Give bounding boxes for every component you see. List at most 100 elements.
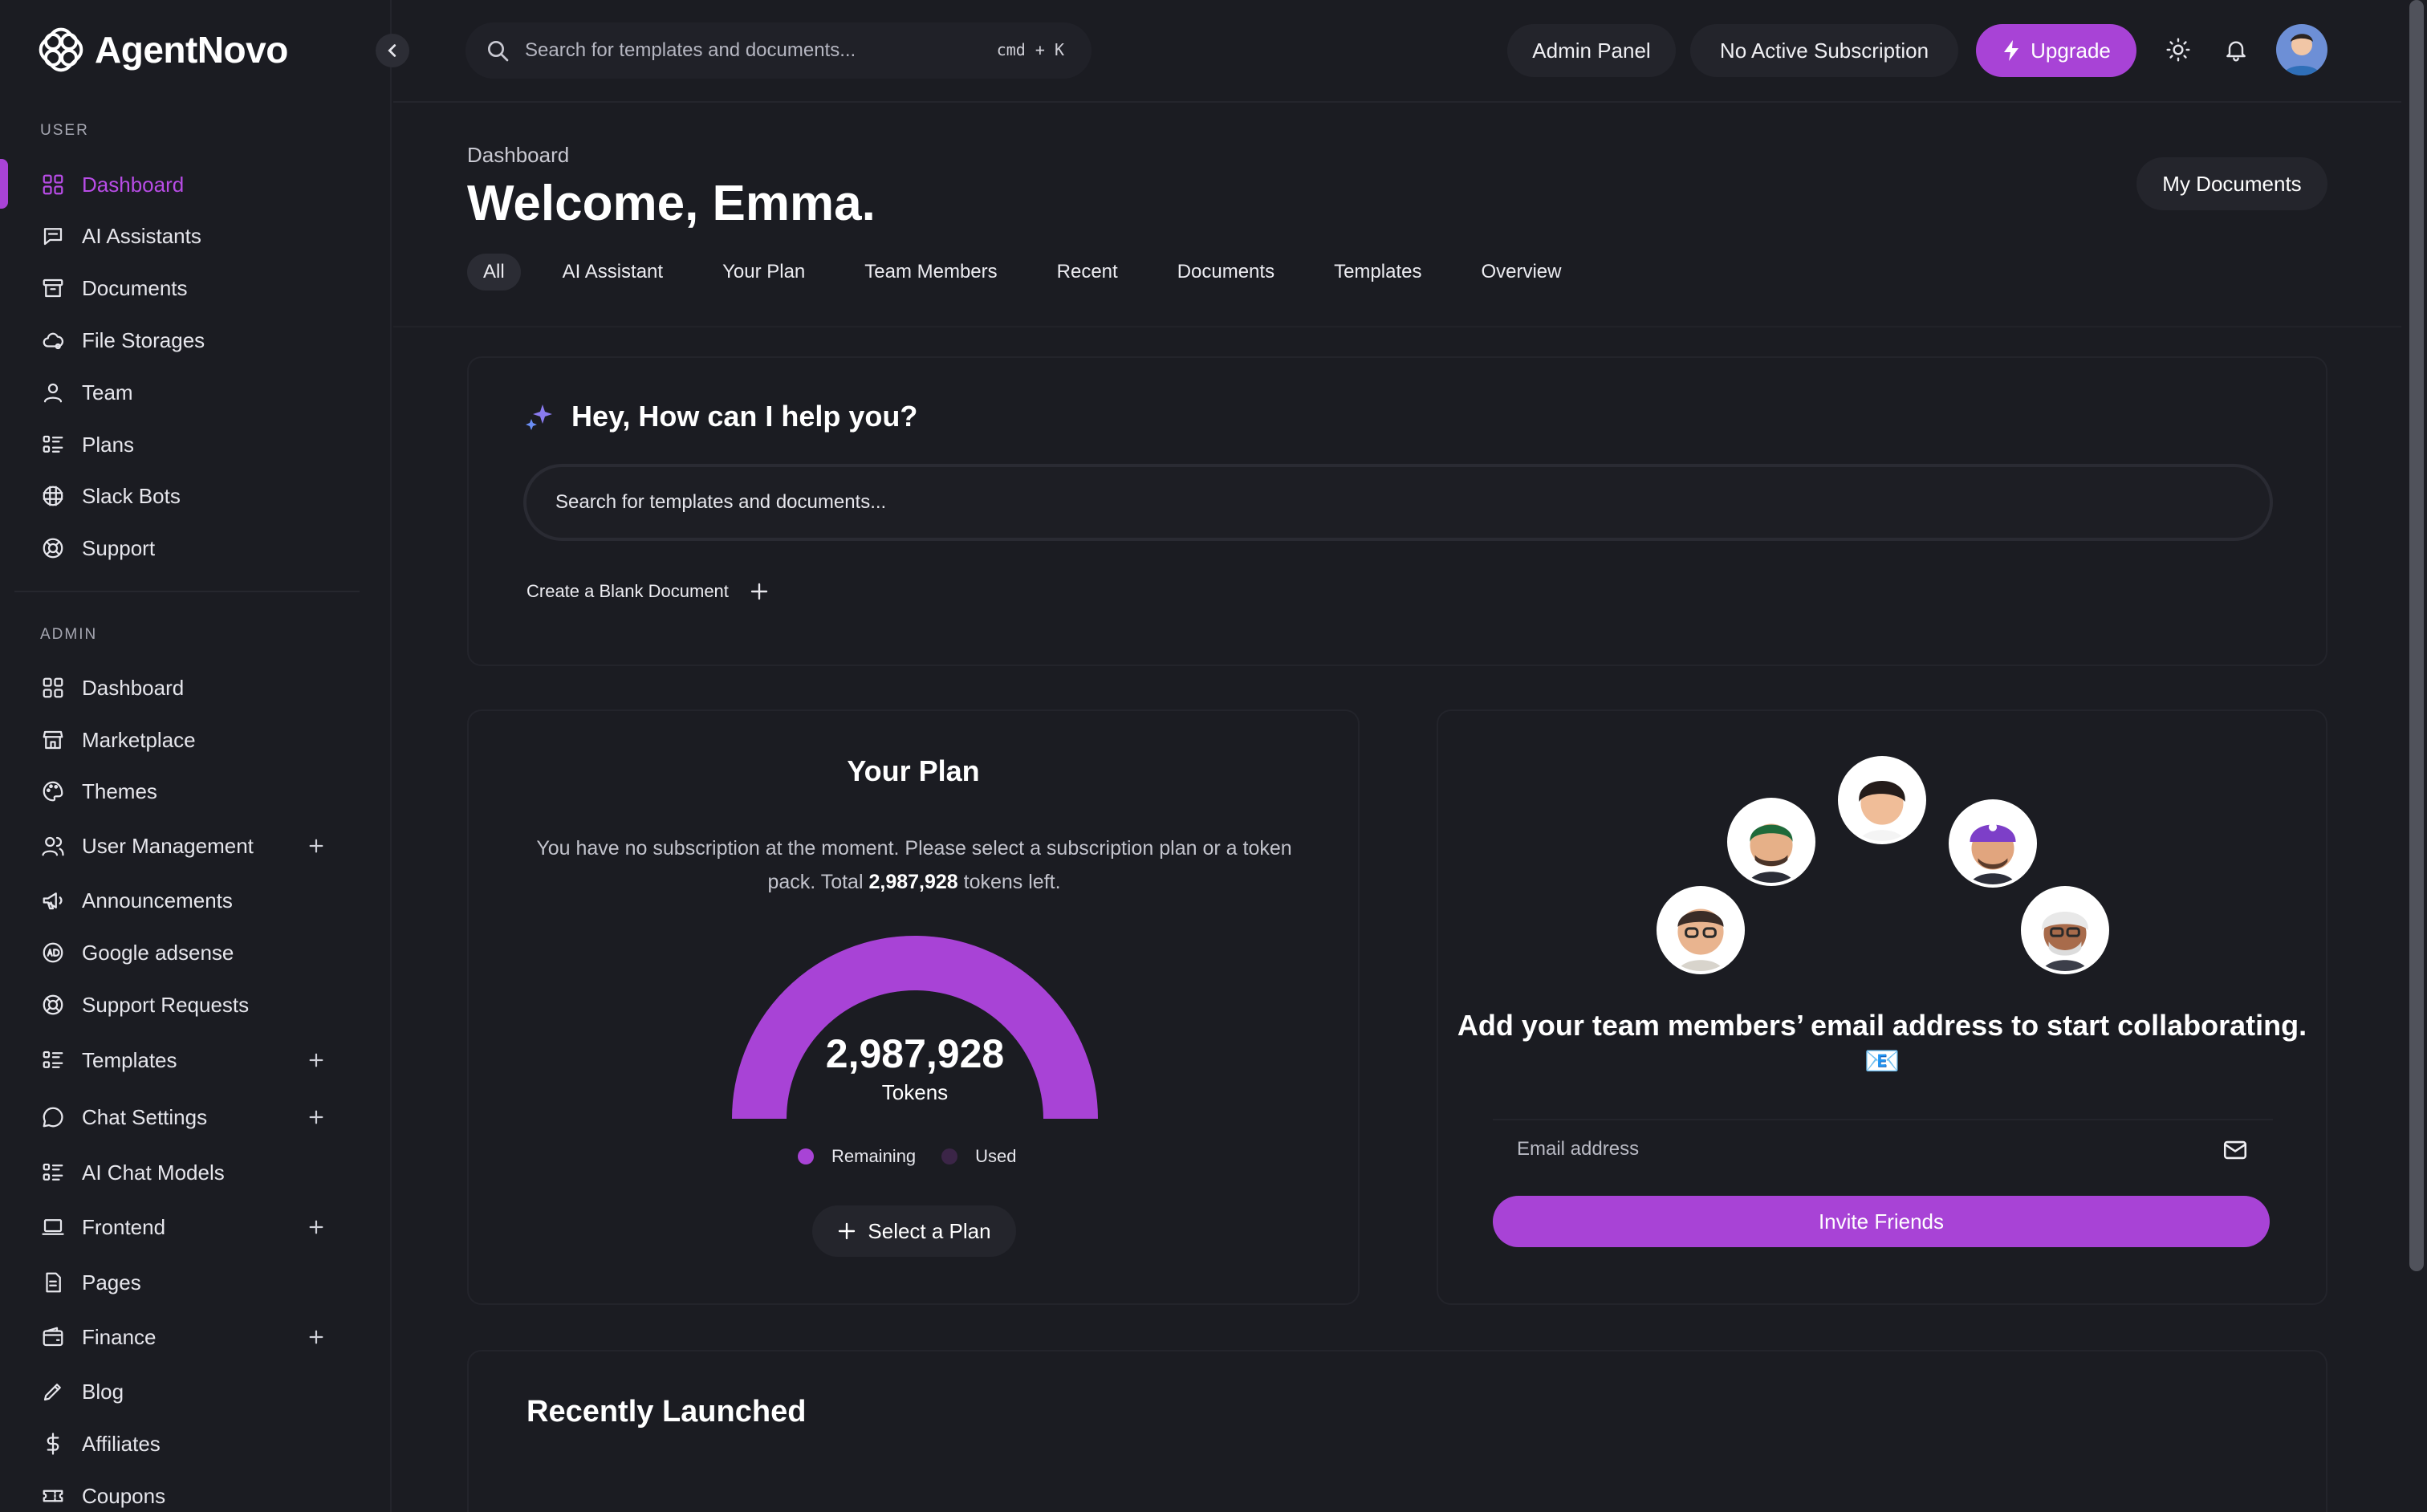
select-plan-button[interactable]: Select a Plan [812,1205,1016,1257]
sidebar-item-user-ai-assistants[interactable]: AI Assistants [40,213,329,258]
sidebar-item-admin-coupons[interactable]: Coupons [40,1473,329,1512]
sidebar-item-label: AI Chat Models [82,1160,225,1185]
tab-all[interactable]: All [467,254,521,291]
search-icon [485,38,510,63]
sidebar-item-user-documents[interactable]: Documents [40,266,329,311]
avatar [1657,886,1745,974]
palette-icon [40,778,66,804]
plan-desc-tokens: 2,987,928 [868,871,958,893]
global-search-input[interactable]: Search for templates and documents... cm… [465,22,1092,79]
upgrade-button[interactable]: Upgrade [1976,24,2136,77]
expand-plus-icon[interactable] [303,1324,329,1350]
email-field[interactable]: Email address [1493,1119,2273,1178]
pen-icon [40,1379,66,1404]
create-blank-document-button[interactable]: Create a Blank Document [526,581,769,602]
sidebar-item-admin-support-requests[interactable]: Support Requests [40,982,329,1027]
sidebar-item-admin-themes[interactable]: Themes [40,769,329,814]
ticket-icon [40,1483,66,1509]
user-icon [40,380,66,405]
create-blank-label: Create a Blank Document [526,581,729,601]
sidebar-item-admin-google-adsense[interactable]: Google adsense [40,930,329,975]
sidebar-item-admin-pages[interactable]: Pages [40,1260,329,1305]
avatar [1838,756,1926,844]
sidebar-item-user-team[interactable]: Team [40,370,329,415]
sidebar-item-user-dashboard[interactable]: Dashboard [40,162,329,207]
user-avatar[interactable] [2276,24,2327,75]
invite-friends-button[interactable]: Invite Friends [1493,1196,2270,1247]
logo-icon [39,27,83,72]
lifebuoy-icon [40,992,66,1018]
help-title: Hey, How can I help you? [571,400,918,433]
breadcrumb[interactable]: Dashboard [467,143,569,168]
sun-icon [2165,37,2191,63]
avatar [1727,798,1815,886]
sidebar-item-admin-marketplace[interactable]: Marketplace [40,717,329,762]
grid-icon [40,675,66,701]
sidebar-item-admin-user-management[interactable]: User Management [40,823,329,868]
email-placeholder: Email address [1517,1138,1640,1160]
filter-tabs: All AI Assistant Your Plan Team Members … [467,254,1596,291]
expand-plus-icon[interactable] [303,833,329,859]
megaphone-icon [40,888,66,913]
sidebar-item-label: Documents [82,275,188,300]
sidebar-item-admin-chat-settings[interactable]: Chat Settings [40,1095,329,1140]
chat-icon [40,223,66,249]
subscription-status-button[interactable]: No Active Subscription [1690,24,1958,77]
tab-team-members[interactable]: Team Members [847,254,1014,291]
theme-toggle-button[interactable] [2164,35,2193,64]
sidebar-item-admin-frontend[interactable]: Frontend [40,1205,329,1250]
sidebar-item-label: Themes [82,778,157,803]
tab-recent[interactable]: Recent [1039,254,1136,291]
tab-documents[interactable]: Documents [1160,254,1292,291]
avatar [2021,886,2109,974]
sidebar-item-label: Blog [82,1379,124,1404]
sidebar-item-label: User Management [82,833,254,858]
tab-ai-assistant[interactable]: AI Assistant [545,254,681,291]
sidebar-item-label: Announcements [82,888,233,912]
sidebar-item-admin-blog[interactable]: Blog [40,1369,329,1414]
sidebar-item-label: Dashboard [82,172,185,197]
sidebar-item-admin-dashboard[interactable]: Dashboard [40,665,329,710]
notifications-button[interactable] [2222,35,2250,64]
sidebar-item-user-slack-bots[interactable]: Slack Bots [40,474,329,518]
sidebar-item-label: AI Assistants [82,223,201,248]
wallet-icon [40,1324,66,1350]
sidebar-item-user-file-storages[interactable]: File Storages [40,318,329,363]
bell-icon [2223,37,2249,63]
my-documents-button[interactable]: My Documents [2136,157,2327,210]
expand-plus-icon[interactable] [303,1047,329,1073]
chat-bubble-icon [40,1104,66,1130]
sidebar-item-admin-finance[interactable]: Finance [40,1315,329,1360]
section-label-user: USER [40,122,89,139]
sidebar-item-label: Chat Settings [82,1104,208,1129]
tab-overview[interactable]: Overview [1463,254,1579,291]
help-search-input[interactable]: Search for templates and documents... [523,464,2273,541]
sidebar-item-admin-announcements[interactable]: Announcements [40,878,329,923]
sidebar-item-admin-templates[interactable]: Templates [40,1038,329,1083]
plus-icon [750,582,769,601]
select-plan-label: Select a Plan [868,1218,991,1243]
topbar: Search for templates and documents... cm… [393,0,2401,103]
tab-templates[interactable]: Templates [1316,254,1439,291]
search-placeholder: Search for templates and documents... [525,39,856,61]
sidebar-item-user-plans[interactable]: Plans [40,422,329,467]
brand-logo[interactable]: AgentNovo [39,26,288,74]
sparkles-icon [523,401,555,433]
bolt-icon [2002,39,2021,62]
tab-your-plan[interactable]: Your Plan [705,254,823,291]
expand-plus-icon[interactable] [303,1104,329,1130]
sidebar-item-admin-affiliates[interactable]: Affiliates [40,1421,329,1466]
list-icon [40,1160,66,1185]
sidebar-item-user-support[interactable]: Support [40,526,329,571]
page-title: Welcome, Emma. [467,176,876,231]
collapse-sidebar-button[interactable] [376,34,409,67]
sidebar-item-admin-ai-chat-models[interactable]: AI Chat Models [40,1150,329,1195]
gauge-unit: Tokens [881,1080,949,1104]
page-scrollbar[interactable] [2409,0,2424,1271]
recently-launched-card [467,1350,2327,1512]
admin-panel-button[interactable]: Admin Panel [1507,24,1676,77]
sidebar-item-label: Dashboard [82,675,185,700]
expand-plus-icon[interactable] [303,1214,329,1240]
list-icon [40,1047,66,1073]
brand-name: AgentNovo [95,29,288,71]
